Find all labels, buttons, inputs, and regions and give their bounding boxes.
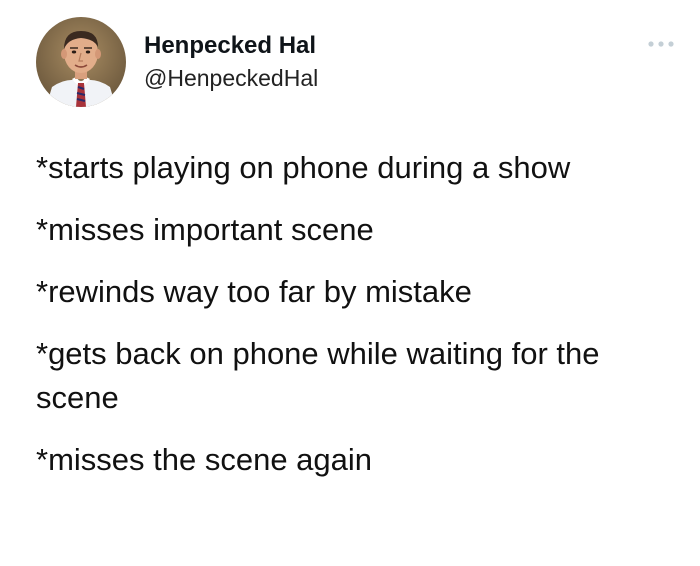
tweet-card: Henpecked Hal @HenpeckedHal *starts play… [0, 0, 700, 566]
tweet-line: *rewinds way too far by mistake [36, 274, 472, 309]
author-names: Henpecked Hal @HenpeckedHal [144, 31, 318, 93]
tweet-header: Henpecked Hal @HenpeckedHal [36, 17, 676, 113]
tweet-line: *starts playing on phone during a show [36, 150, 571, 185]
tweet-line: *misses the scene again [36, 442, 373, 477]
user-handle[interactable]: @HenpeckedHal [144, 63, 318, 93]
avatar[interactable] [36, 17, 126, 107]
more-options-icon [648, 41, 674, 47]
tweet-line: *gets back on phone while waiting for th… [36, 336, 600, 415]
more-options-button[interactable] [646, 37, 676, 51]
display-name[interactable]: Henpecked Hal [144, 31, 318, 61]
avatar-photo-icon [36, 17, 126, 107]
tweet-text: *starts playing on phone during a show *… [36, 146, 656, 482]
tweet-line: *misses important scene [36, 212, 374, 247]
